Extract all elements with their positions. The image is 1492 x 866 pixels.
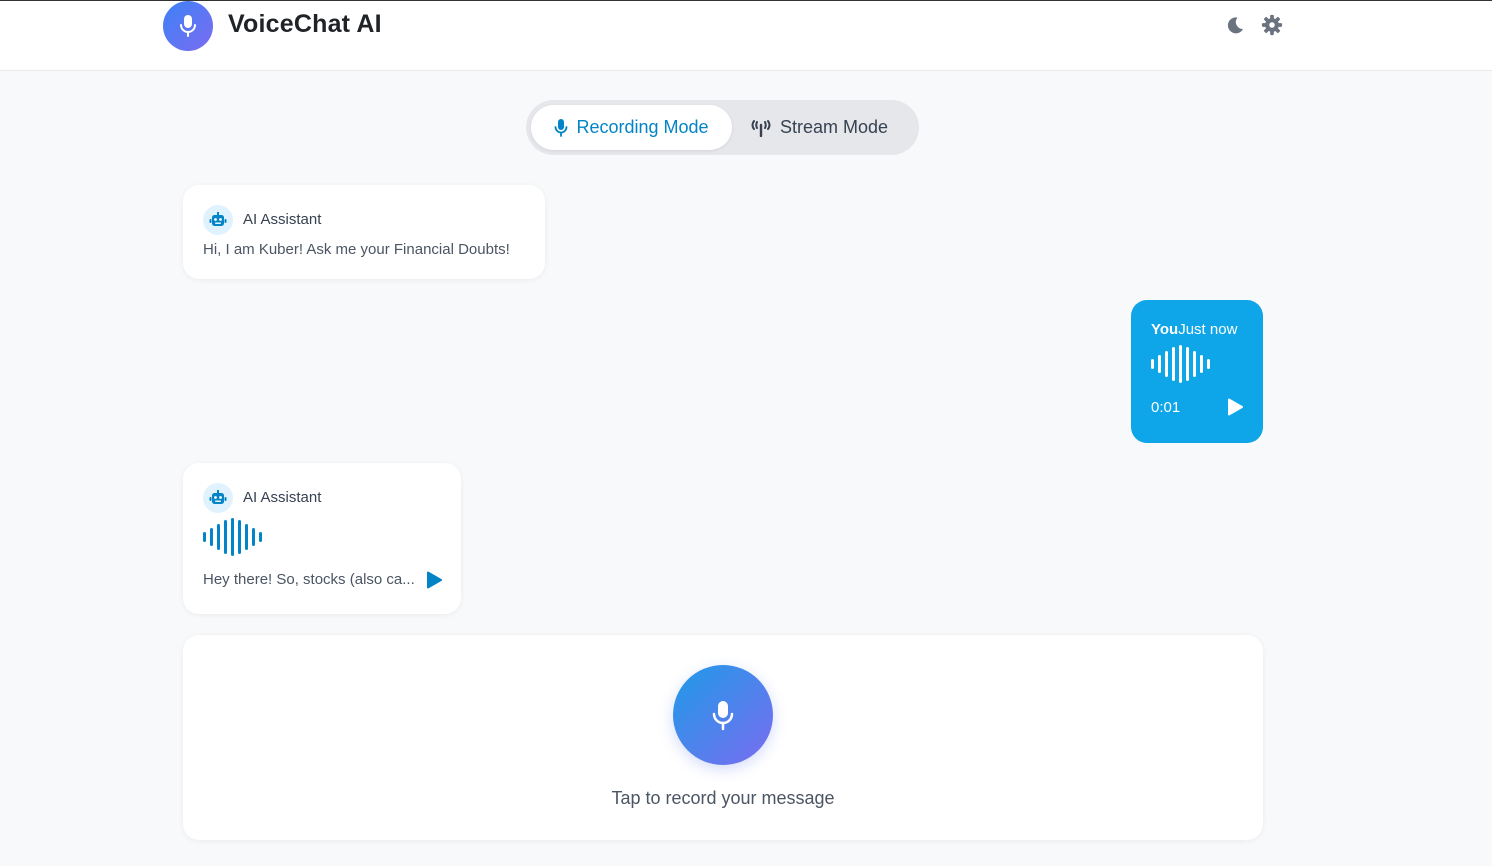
message-text: Hi, I am Kuber! Ask me your Financial Do… xyxy=(203,241,510,258)
mode-toggle: Recording Mode Stream Mode xyxy=(526,100,919,155)
microphone-icon xyxy=(555,118,568,137)
app-title: VoiceChat AI xyxy=(228,10,382,38)
ai-voice-message: AI Assistant Hey there! So, stocks (also… xyxy=(183,463,461,614)
moon-icon xyxy=(1227,17,1243,34)
user-voice-message: YouJust now 0:01 xyxy=(1131,300,1263,443)
message-time: Just now xyxy=(1178,321,1238,338)
settings-button[interactable] xyxy=(1260,13,1284,37)
audio-duration: 0:01 xyxy=(1151,399,1181,416)
recording-mode-tab[interactable]: Recording Mode xyxy=(531,105,732,150)
play-icon xyxy=(427,571,442,589)
microphone-icon xyxy=(712,701,734,731)
app-logo xyxy=(163,1,213,51)
play-button[interactable] xyxy=(1227,398,1243,421)
robot-icon xyxy=(209,212,227,226)
app-header: VoiceChat AI xyxy=(0,1,1492,71)
play-button[interactable] xyxy=(426,571,442,594)
robot-icon xyxy=(209,490,227,504)
broadcast-tower-icon xyxy=(751,119,771,137)
sender-name: You xyxy=(1151,321,1179,338)
record-hint: Tap to record your message xyxy=(611,788,835,808)
waveform-icon xyxy=(1151,345,1210,383)
microphone-icon xyxy=(180,15,196,37)
gear-icon xyxy=(1261,14,1283,36)
message-text: Hey there! So, stocks (also ca... xyxy=(203,571,415,588)
message-meta: YouJust now xyxy=(1151,321,1237,338)
sender-name: AI Assistant xyxy=(243,211,322,228)
recording-mode-label: Recording Mode xyxy=(576,117,709,137)
ai-message: AI Assistant Hi, I am Kuber! Ask me your… xyxy=(183,185,545,279)
bot-avatar xyxy=(203,483,233,513)
play-icon xyxy=(1228,398,1243,416)
bot-avatar xyxy=(203,205,233,235)
record-button[interactable] xyxy=(673,665,773,765)
record-panel: Tap to record your message xyxy=(183,635,1263,840)
waveform-icon xyxy=(203,518,262,556)
theme-toggle-button[interactable] xyxy=(1223,13,1247,37)
stream-mode-label: Stream Mode xyxy=(780,117,889,137)
stream-mode-tab[interactable]: Stream Mode xyxy=(750,105,900,150)
sender-name: AI Assistant xyxy=(243,489,322,506)
